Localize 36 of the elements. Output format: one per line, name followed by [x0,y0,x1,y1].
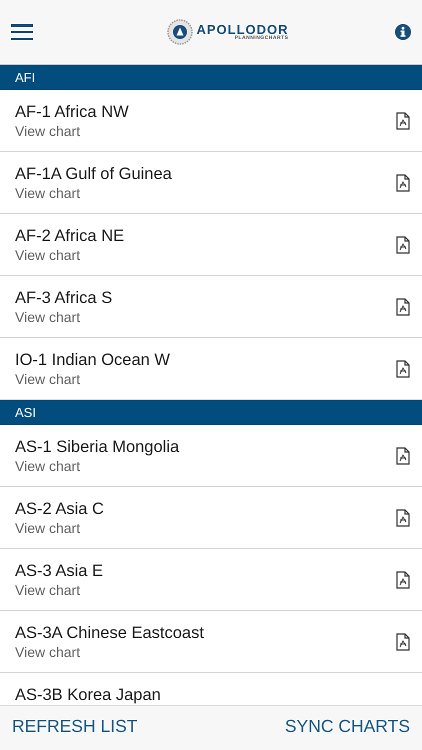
pdf-file-icon[interactable] [396,360,410,378]
chart-title[interactable]: AS-2 Asia C [15,499,104,519]
chart-title[interactable]: AF-1 Africa NW [15,102,129,122]
chart-title[interactable]: AF-3 Africa S [15,288,112,308]
menu-icon[interactable] [11,24,33,40]
chart-title[interactable]: AF-2 Africa NE [15,226,124,246]
chart-title[interactable]: AF-1A Gulf of Guinea [15,164,172,184]
footer-button[interactable]: SYNC CHARTS [284,713,410,740]
view-chart-link[interactable]: View chart [15,643,204,661]
logo-title: APOLLODOR [196,23,289,36]
view-chart-link[interactable]: View chart [15,122,129,140]
chart-title[interactable]: AS-1 Siberia Mongolia [15,437,180,457]
chart-title[interactable]: AS-3 Asia E [15,561,104,581]
view-chart-link[interactable]: View chart [15,457,180,475]
view-chart-link[interactable]: View chart [15,581,104,599]
view-chart-link[interactable]: View chart [15,184,172,202]
view-chart-link[interactable]: View chart [15,519,104,537]
section-header: ASI [0,400,422,425]
footer-button[interactable]: REFRESH LIST [12,713,138,740]
view-chart-link[interactable]: View chart [15,246,124,264]
section-header: AFI [0,65,422,90]
logo-emblem-icon [167,19,194,45]
chart-title[interactable]: AS-3A Chinese Eastcoast [15,623,204,643]
pdf-file-icon[interactable] [396,298,410,316]
pdf-file-icon[interactable] [396,112,410,130]
pdf-file-icon[interactable] [396,236,410,254]
view-chart-link[interactable]: View chart [15,370,170,388]
chart-title[interactable]: AS-3B Korea Japan [15,685,161,705]
pdf-file-icon[interactable] [396,446,410,464]
pdf-file-icon[interactable] [396,508,410,526]
pdf-file-icon[interactable] [396,174,410,192]
view-chart-link[interactable]: View chart [15,308,112,326]
pdf-file-icon[interactable] [396,570,410,588]
chart-title[interactable]: IO-1 Indian Ocean W [15,350,170,370]
pdf-file-icon[interactable] [396,632,410,650]
info-icon[interactable] [395,24,411,40]
